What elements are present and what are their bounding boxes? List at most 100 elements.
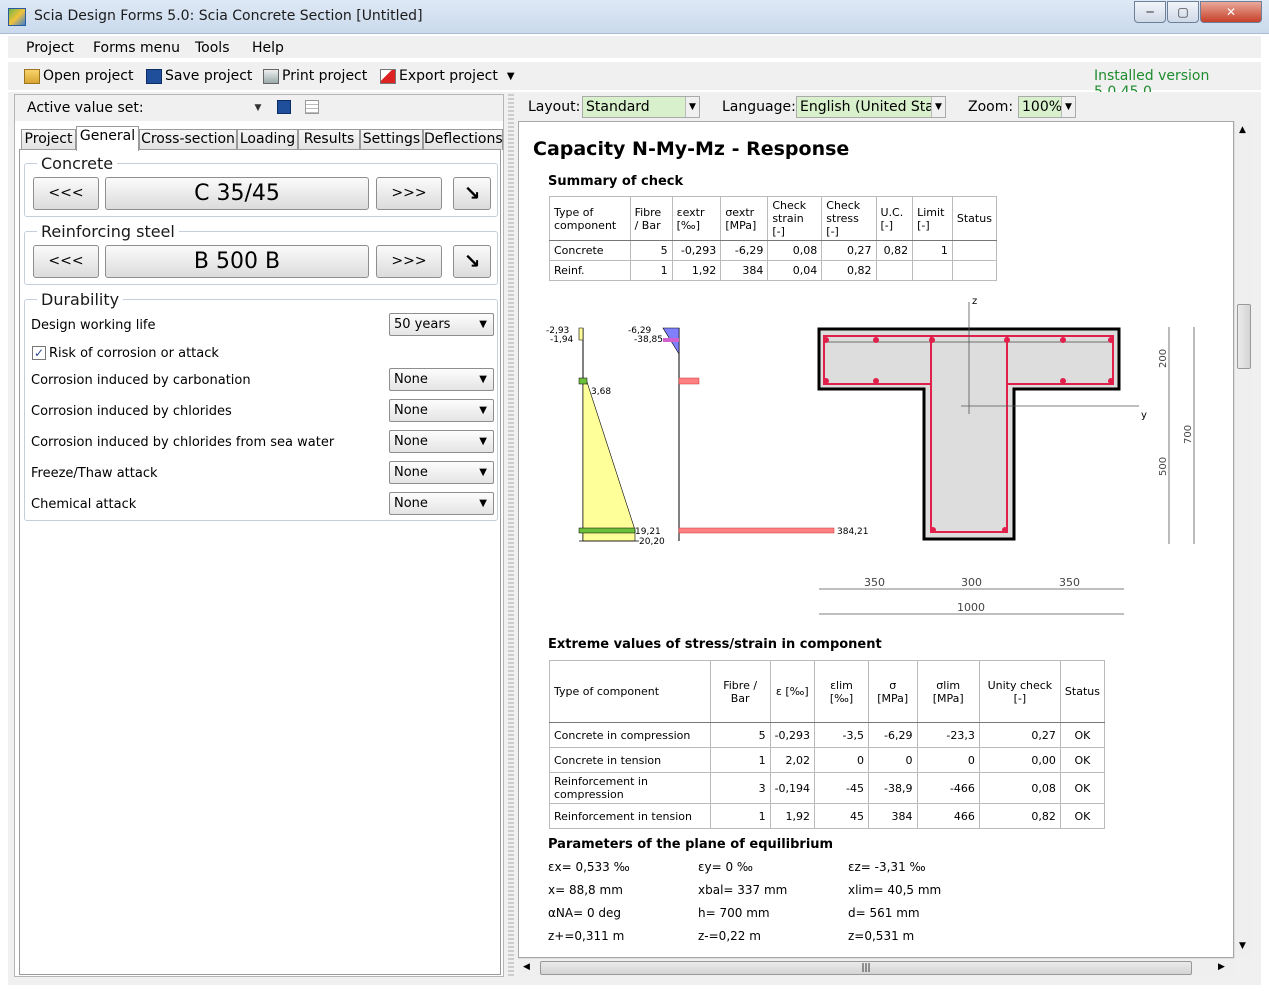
tab-settings[interactable]: Settings: [360, 129, 423, 150]
table-row: Concrete in tension 1 2,02 0 0 0 0,00 OK: [549, 747, 1106, 773]
panel-splitter[interactable]: [508, 94, 514, 977]
table-cell: 5: [709, 722, 771, 748]
table-cell: 3: [709, 772, 771, 804]
maximize-button[interactable]: ▢: [1167, 1, 1199, 23]
menu-project[interactable]: Project: [26, 40, 74, 56]
report-vertical-scrollbar[interactable]: ▲ ▼: [1234, 121, 1252, 958]
risk-corrosion-checkbox[interactable]: ✓: [32, 346, 46, 360]
table-header: Limit [-]: [912, 196, 953, 241]
stress-label: 384,21: [837, 527, 869, 537]
menu-help[interactable]: Help: [252, 40, 284, 56]
chevron-down-icon: ▼: [479, 467, 487, 478]
steel-class-button[interactable]: B 500 B: [105, 245, 369, 278]
language-select[interactable]: English (United Sta ▼: [796, 96, 946, 118]
table-header: Unity check [-]: [978, 660, 1061, 723]
equilibrium-parameter: h= 700 mm: [698, 906, 770, 920]
tab-deflections[interactable]: Deflections: [423, 129, 503, 150]
chemical-attack-select[interactable]: None ▼: [389, 492, 494, 515]
t-section: z y: [817, 296, 1147, 541]
table-row: Concrete in compression 5 -0,293 -3,5 -6,29-…: [549, 722, 1106, 748]
export-project-button[interactable]: Export project ▼: [380, 68, 515, 84]
tab-loading[interactable]: Loading: [237, 129, 298, 150]
scroll-up-icon[interactable]: ▲: [1239, 125, 1246, 135]
print-project-button[interactable]: Print project: [263, 68, 367, 84]
steel-pick-icon[interactable]: ↘: [453, 245, 491, 278]
dim-label: 350: [1059, 576, 1080, 589]
summary-table: Type of component Fibre / Bar εextr [‰] σex…: [549, 196, 998, 281]
carbonation-value: None: [394, 372, 428, 387]
export-dropdown-arrow[interactable]: ▼: [507, 71, 515, 82]
tab-project[interactable]: Project: [21, 129, 76, 150]
chevron-down-icon: ▼: [931, 97, 945, 117]
equilibrium-parameter: d= 561 mm: [848, 906, 920, 920]
dim-label: 700: [1183, 425, 1194, 444]
chevron-down-icon[interactable]: ▼: [251, 98, 265, 118]
save-project-label: Save project: [165, 68, 253, 84]
chevron-down-icon: ▼: [1061, 97, 1075, 117]
scroll-down-icon[interactable]: ▼: [1239, 941, 1246, 951]
table-cell: 0,82: [875, 240, 914, 261]
report-horizontal-scrollbar[interactable]: ◀ ||| ▶: [518, 958, 1234, 976]
open-project-button[interactable]: Open project: [24, 68, 133, 84]
table-cell: 1: [709, 747, 771, 773]
menu-forms[interactable]: Forms menu: [93, 40, 180, 56]
concrete-next-button[interactable]: >>>: [376, 177, 442, 210]
table-header: Type of component: [549, 660, 711, 723]
design-life-select[interactable]: 50 years ▼: [389, 313, 494, 336]
report-title: Capacity N-My-Mz - Response: [533, 138, 850, 160]
concrete-class-button[interactable]: C 35/45: [105, 177, 369, 210]
save-project-button[interactable]: Save project: [146, 68, 252, 84]
table-cell: 0: [814, 747, 869, 773]
equilibrium-parameter: xbal= 337 mm: [698, 883, 788, 897]
menu-tools[interactable]: Tools: [195, 40, 230, 56]
equilibrium-parameter: z+=0,311 m: [548, 929, 625, 943]
concrete-prev-button[interactable]: <<<: [33, 177, 99, 210]
tab-general[interactable]: General: [76, 126, 139, 151]
concrete-pick-icon[interactable]: ↘: [453, 177, 491, 210]
active-value-set-bar: Active value set: ▼: [15, 95, 503, 121]
tab-cross-section[interactable]: Cross-section: [139, 129, 237, 150]
report-view: Capacity N-My-Mz - Response Summary of c…: [518, 121, 1234, 958]
zoom-value: 100%: [1022, 99, 1063, 115]
table-row: Reinf. 1 1,92 384 0,04 0,82: [549, 260, 998, 281]
table-cell: -6,29: [720, 240, 769, 261]
table-cell: -0,194: [769, 772, 816, 804]
table-icon[interactable]: [305, 100, 319, 114]
strain-label: -1,94: [550, 335, 574, 345]
save-value-set-icon[interactable]: [277, 100, 291, 114]
scroll-thumb[interactable]: |||: [540, 961, 1192, 975]
zoom-select[interactable]: 100% ▼: [1018, 96, 1076, 118]
extreme-title: Extreme values of stress/strain in compo…: [548, 637, 882, 652]
table-cell: -38,9: [867, 772, 918, 804]
close-button[interactable]: ✕: [1200, 1, 1262, 23]
table-cell: 0,08: [767, 240, 823, 261]
tab-content-general: Concrete <<< C 35/45 >>> ↘ Reinforcing s…: [19, 149, 501, 975]
layout-select[interactable]: Standard ▼: [582, 96, 700, 118]
table-cell: -23,3: [916, 722, 980, 748]
table-cell: -466: [916, 772, 980, 804]
chevron-down-icon: ▼: [479, 498, 487, 509]
chlorides-value: None: [394, 403, 428, 418]
scroll-left-icon[interactable]: ◀: [523, 962, 530, 972]
scroll-right-icon[interactable]: ▶: [1218, 962, 1225, 972]
minimize-button[interactable]: ─: [1134, 1, 1166, 23]
steel-group: Reinforcing steel <<< B 500 B >>> ↘: [24, 222, 498, 285]
chlorides-select[interactable]: None ▼: [389, 399, 494, 422]
table-header: Fibre / Bar: [629, 196, 673, 241]
table-cell: OK: [1059, 803, 1106, 829]
carbonation-select[interactable]: None ▼: [389, 368, 494, 391]
freeze-thaw-value: None: [394, 465, 428, 480]
tab-strip: Project General Cross-section Loading Re…: [19, 126, 503, 151]
freeze-thaw-select[interactable]: None ▼: [389, 461, 494, 484]
dim-label: 200: [1158, 349, 1169, 368]
table-cell: 0,08: [978, 772, 1061, 804]
steel-prev-button[interactable]: <<<: [33, 245, 99, 278]
sea-water-select[interactable]: None ▼: [389, 430, 494, 453]
steel-next-button[interactable]: >>>: [376, 245, 442, 278]
table-header: Check strain [-]: [767, 196, 823, 241]
scroll-thumb[interactable]: [1237, 304, 1251, 369]
table-cell: 0,00: [978, 747, 1061, 773]
tab-results[interactable]: Results: [298, 129, 360, 150]
open-project-label: Open project: [43, 68, 134, 84]
table-header: Type of component: [549, 196, 631, 241]
